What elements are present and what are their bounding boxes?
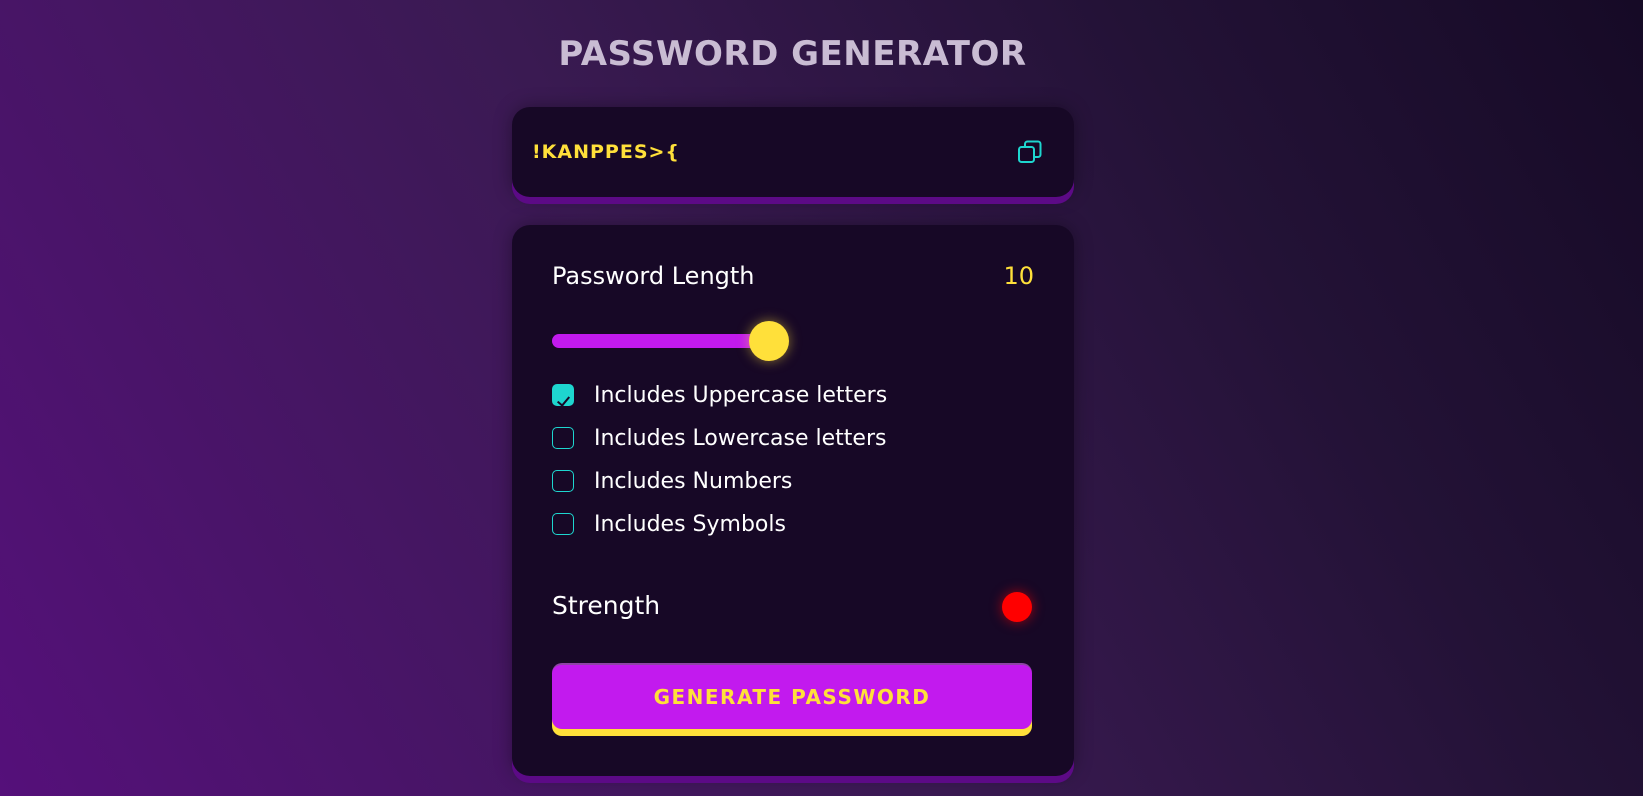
length-slider-thumb[interactable] [749,321,789,361]
generate-password-button[interactable]: GENERATE PASSWORD [552,663,1032,729]
settings-card: Password Length 10 Includes Uppercase le… [512,225,1074,776]
password-output-card: !KANPPES>{ [512,107,1074,197]
strength-label: Strength [552,591,661,620]
option-lowercase[interactable]: Includes Lowercase letters [552,423,886,453]
strength-indicator [1002,592,1032,622]
password-length-label: Password Length [552,262,755,290]
numbers-checkbox[interactable] [552,470,574,492]
option-label: Includes Lowercase letters [594,425,887,451]
password-display: !KANPPES>{ [532,141,680,163]
symbols-checkbox[interactable] [552,513,574,535]
option-label: Includes Uppercase letters [594,382,888,408]
option-label: Includes Symbols [594,511,786,537]
option-label: Includes Numbers [594,468,793,494]
page-title: PASSWORD GENERATOR [558,34,1027,74]
option-symbols[interactable]: Includes Symbols [552,509,786,539]
length-slider[interactable] [552,321,1034,361]
option-uppercase[interactable]: Includes Uppercase letters [552,380,887,410]
password-length-value: 10 [1003,262,1034,290]
option-numbers[interactable]: Includes Numbers [552,466,792,496]
copy-button[interactable] [1016,138,1044,166]
copy-icon [1018,140,1042,163]
lowercase-checkbox[interactable] [552,427,574,449]
length-slider-fill [552,334,769,348]
checkmark-icon [556,393,571,407]
uppercase-checkbox[interactable] [552,384,574,407]
